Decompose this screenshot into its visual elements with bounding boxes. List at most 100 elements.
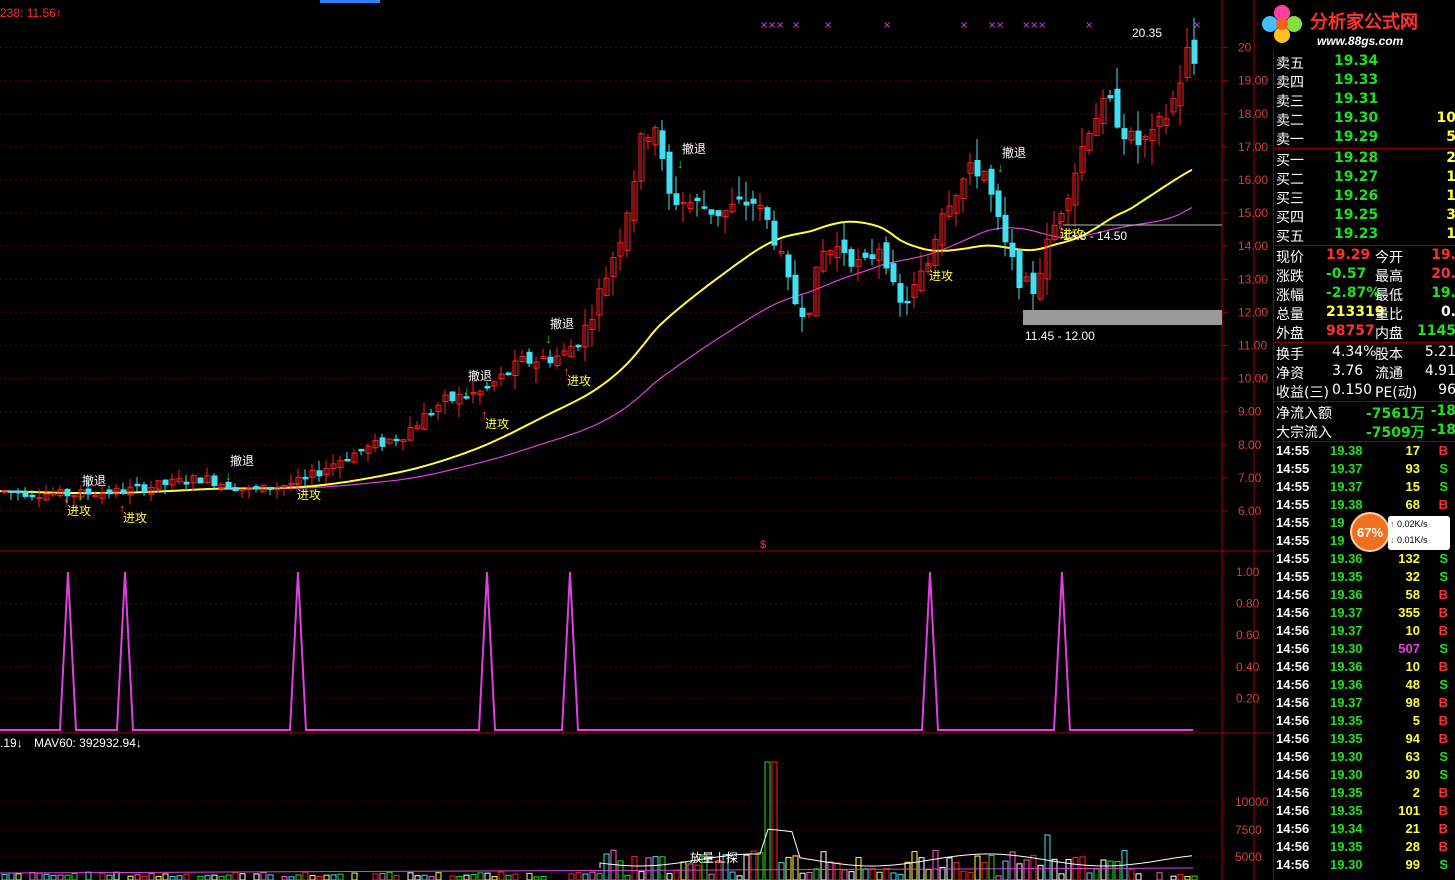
tick-cell: S	[1439, 749, 1448, 764]
volume-bar	[407, 872, 414, 880]
tick-cell: 19.35	[1330, 839, 1363, 854]
volume-bar	[204, 874, 211, 880]
volume-bar	[1177, 873, 1184, 880]
tick-row: 14:56 19.30 507 S	[1274, 641, 1455, 659]
bid-row-cell: 1	[1446, 226, 1455, 242]
volume-bar	[50, 874, 57, 880]
volume-bar	[239, 873, 246, 880]
volume-bar	[925, 869, 932, 880]
candle-body	[883, 242, 890, 269]
volume-bar	[57, 874, 64, 880]
volume-bar	[869, 868, 876, 880]
ask-row-cell: 5	[1446, 129, 1455, 145]
tick-cell: 98	[1405, 695, 1420, 710]
stat2-row-cell: 净资	[1276, 366, 1304, 382]
volume-bar	[848, 871, 855, 880]
stock-chart-area[interactable]: × × × × × × × × × × × × × ×↓↓↓↓↓ ↓↑ ↑↑↑↑↑↑ 2019.0018.00…	[0, 0, 1455, 880]
retreat-label: 撤退	[682, 142, 707, 156]
indicator-tick-label: 0.80	[1236, 597, 1260, 611]
candle-body	[792, 274, 799, 305]
tick-cell: S	[1439, 569, 1448, 584]
tick-row: 14:56 19.30 63 S	[1274, 749, 1455, 767]
retreat-arrow-icon: ↓	[997, 160, 1004, 175]
volume-bar	[582, 873, 589, 880]
volume-bar	[1058, 873, 1065, 880]
tick-cell: 30	[1405, 767, 1420, 782]
stat-row-cell: 量比	[1375, 307, 1403, 323]
tick-cell: B	[1438, 695, 1448, 710]
volume-bar	[687, 863, 694, 880]
flow-row-cell: -18	[1430, 403, 1455, 419]
panel-separator	[1274, 148, 1455, 149]
volume-bar	[141, 875, 148, 880]
ask-row-cell: 卖二	[1276, 113, 1304, 129]
speed-box: ↑ 0.02K/s ↓ 0.01K/s	[1388, 516, 1450, 550]
bid-row-cell: 买三	[1276, 191, 1304, 207]
tick-cell: 19.35	[1330, 569, 1363, 584]
tick-cell: 19.36	[1330, 677, 1363, 692]
candle-body	[1107, 95, 1114, 99]
candle-body	[106, 489, 113, 495]
candle-body	[1002, 214, 1009, 243]
volume-bar	[638, 871, 645, 880]
tick-cell: 19.38	[1330, 443, 1363, 458]
bid-row-cell: 19.28	[1334, 150, 1379, 166]
volume-bar	[680, 861, 687, 880]
ask-row-cell: 卖四	[1276, 75, 1304, 91]
network-speed-badge[interactable]: 67% ↑ 0.02K/s ↓ 0.01K/s	[1350, 512, 1455, 554]
volume-bar	[505, 874, 512, 880]
tick-cell: 17	[1405, 443, 1420, 458]
range-band	[1023, 310, 1222, 325]
stat2-row-cell: 96	[1438, 382, 1455, 398]
volume-bar	[295, 874, 302, 880]
tick-cell: B	[1438, 713, 1448, 728]
mav-readout: .19↓ MAV60: 392932.94↓	[0, 736, 142, 750]
bid-row-cell: 19.27	[1334, 169, 1379, 185]
tick-cell: 14:56	[1276, 821, 1310, 836]
price-tick-label: 7.00	[1238, 471, 1262, 485]
candle-body	[134, 483, 141, 487]
stat-row-cell: 19.29	[1326, 247, 1371, 263]
volume-bar	[806, 871, 813, 880]
volume-note-label: 放量上探	[690, 851, 739, 865]
panel-separator	[1274, 245, 1455, 246]
candle-body	[8, 490, 15, 494]
arrow-down-icon: ↓	[135, 736, 142, 750]
stat2-row-cell: 股本	[1375, 347, 1403, 363]
tick-cell: 19.35	[1330, 785, 1363, 800]
volume-bar	[127, 875, 134, 880]
volume-bar	[764, 761, 771, 880]
volume-bar	[1170, 875, 1177, 880]
price-tick-label: 13.00	[1238, 272, 1268, 286]
volume-bar	[456, 875, 463, 880]
candle-body	[673, 193, 680, 205]
volume-bar	[624, 874, 631, 880]
volume-bar	[932, 849, 939, 880]
volume-bar	[1, 874, 8, 880]
volume-bar	[897, 873, 904, 880]
volume-bar	[197, 875, 204, 880]
flow-row: 净流入额 -7561万 -18	[1274, 403, 1455, 422]
tick-cell: 5	[1412, 713, 1420, 728]
volume-bar	[911, 851, 918, 880]
candle-body	[197, 477, 204, 484]
tick-cell: 93	[1405, 461, 1420, 476]
stat2-row-cell: 4.34%	[1332, 344, 1377, 360]
candle-body	[379, 437, 386, 447]
volume-bar	[470, 874, 477, 880]
volume-bar	[148, 872, 155, 880]
volume-bar	[883, 868, 890, 880]
tick-cell: B	[1438, 821, 1448, 836]
volume-bar	[890, 872, 897, 880]
stat-row: 总量 213319 量比 0.	[1274, 304, 1455, 323]
stat2-row: 收益(三) 0.150 PE(动) 96	[1274, 382, 1455, 401]
tick-cell: 14:56	[1276, 857, 1310, 872]
tick-cell: B	[1438, 623, 1448, 638]
volume-bar	[792, 855, 799, 880]
volume-bar	[162, 873, 169, 880]
candle-body	[736, 196, 743, 200]
stat2-row-cell: PE(动)	[1375, 385, 1418, 401]
tick-cell: S	[1439, 677, 1448, 692]
panel-separator	[1274, 342, 1455, 343]
candle-body	[1009, 242, 1016, 258]
